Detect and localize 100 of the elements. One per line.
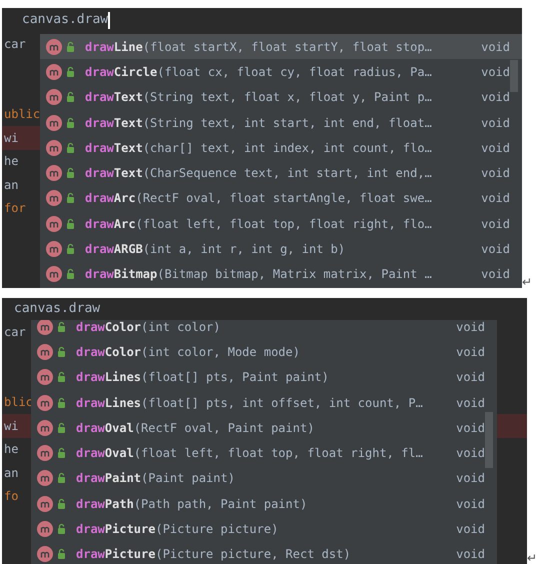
completion-item[interactable]: drawLines(float[] pts, int offset, int count, P… void <box>31 390 497 416</box>
method-icon <box>37 496 53 512</box>
scrollbar-thumb[interactable] <box>510 60 518 92</box>
completion-item[interactable]: drawLine(float startX, float startY, float stop… void <box>40 34 522 60</box>
method-icon <box>37 344 53 360</box>
method-signature: drawArc(RectF oval, float startAngle, float swe… <box>85 190 432 208</box>
method-icon <box>46 266 62 282</box>
completion-item[interactable]: drawPath(Path path, Paint paint) void <box>31 491 497 516</box>
completion-item[interactable]: drawPaint(Paint paint) void <box>31 466 497 492</box>
method-icon <box>46 38 62 55</box>
return-type: void <box>481 38 510 56</box>
return-type: void <box>456 470 485 488</box>
lock-icon <box>57 523 66 536</box>
completion-item[interactable]: drawOval(RectF oval, Paint paint) void <box>31 415 497 440</box>
lock-icon <box>57 548 66 560</box>
return-type: void <box>456 521 485 538</box>
completion-item[interactable]: drawText(String text, float x, float y, Paint p… void <box>40 84 522 110</box>
method-icon <box>37 470 53 486</box>
code-line: he <box>4 153 18 170</box>
code-line: an <box>4 464 18 482</box>
code-line: he <box>4 441 18 458</box>
method-signature: drawColor(int color, Mode mode) <box>76 344 300 361</box>
return-type: void <box>456 420 485 437</box>
code-line: canvas.draw <box>14 300 100 318</box>
return-type: void <box>456 496 485 513</box>
return-type: void <box>481 266 510 284</box>
lock-icon <box>57 498 66 510</box>
scrollbar-thumb[interactable] <box>485 412 493 468</box>
lock-icon <box>57 346 66 358</box>
completion-item[interactable]: drawARGB(int a, int r, int g, int b) void <box>40 236 522 262</box>
code-line: car <box>4 36 26 53</box>
return-type: void <box>481 64 510 81</box>
method-icon <box>37 394 53 411</box>
completion-item[interactable]: drawPicture(Picture picture) void <box>31 516 497 542</box>
return-type: void <box>456 344 485 361</box>
completion-item[interactable]: drawCircle(float cx, float cy, float radius, Pa… void <box>40 59 522 85</box>
completion-item[interactable]: drawOval(float left, float top, float right, fl… void <box>31 440 497 466</box>
method-icon <box>46 89 62 106</box>
method-icon <box>37 369 53 386</box>
method-signature: drawBitmap(Bitmap bitmap, Matrix matrix, Paint … <box>85 266 432 284</box>
completion-item[interactable]: drawColor(int color) void <box>31 320 497 340</box>
completion-item[interactable]: drawText(CharSequence text, int start, int end,… void <box>40 160 522 186</box>
method-signature: drawPicture(Picture picture, Rect dst) <box>76 546 351 564</box>
return-type: void <box>481 140 510 157</box>
return-type: void <box>456 546 485 564</box>
return-type: void <box>481 114 510 132</box>
lock-icon <box>66 167 75 180</box>
lock-icon <box>66 142 75 154</box>
method-icon <box>46 216 62 232</box>
return-type: void <box>481 165 510 182</box>
return-type: void <box>456 445 485 462</box>
method-signature: drawARGB(int a, int r, int g, int b) <box>85 241 346 258</box>
completion-item[interactable]: drawArc(float left, float top, float right, flo… void <box>40 211 522 236</box>
code-line: wi <box>4 130 18 147</box>
return-type: void <box>481 216 510 233</box>
return-mark: ↵ <box>527 552 537 564</box>
lock-icon <box>66 268 75 280</box>
method-signature: drawColor(int color) <box>76 320 221 336</box>
completion-item[interactable]: drawPicture(Picture picture, Rect dst) void <box>31 542 497 564</box>
lock-icon <box>66 192 75 204</box>
lock-icon <box>57 422 66 434</box>
method-icon <box>37 521 53 538</box>
completion-item[interactable]: drawColor(int color, Mode mode) void <box>31 339 497 365</box>
lock-icon <box>57 472 66 484</box>
completion-item[interactable]: drawArc(RectF oval, float startAngle, float swe… void <box>40 186 522 212</box>
method-signature: drawText(char[] text, int index, int count, flo… <box>85 140 432 157</box>
code-line: blic <box>4 394 33 412</box>
method-icon <box>46 114 62 131</box>
method-signature: drawOval(RectF oval, Paint paint) <box>76 420 314 437</box>
method-signature: drawLines(float[] pts, Paint paint) <box>76 369 329 386</box>
method-icon <box>37 420 53 436</box>
completion-item[interactable]: drawLines(float[] pts, Paint paint) void <box>31 364 497 390</box>
lock-icon <box>57 396 66 409</box>
return-type: void <box>481 190 510 208</box>
method-icon <box>46 241 62 258</box>
method-signature: drawPaint(Paint paint) <box>76 470 235 488</box>
code-line: for <box>4 200 26 218</box>
return-type: void <box>481 241 510 258</box>
lock-icon <box>66 243 75 256</box>
method-signature: drawLines(float[] pts, int offset, int count, P… <box>76 394 423 412</box>
lock-icon <box>57 320 66 333</box>
code-line: an <box>4 176 18 194</box>
method-signature: drawPath(Path path, Paint paint) <box>76 496 308 513</box>
return-mark: ↵ <box>522 276 532 288</box>
method-signature: drawArc(float left, float top, float right, flo… <box>85 216 432 233</box>
lock-icon <box>66 40 75 53</box>
method-signature: drawLine(float startX, float startY, float stop… <box>85 38 432 56</box>
method-signature: drawText(String text, int start, int end, float… <box>85 114 432 132</box>
lock-icon <box>57 371 66 384</box>
code-line: fo <box>4 488 18 506</box>
method-signature: drawOval(float left, float top, float right, fl… <box>76 445 423 462</box>
completion-item[interactable]: drawText(String text, int start, int end, float… void <box>40 110 522 136</box>
method-signature: drawPicture(Picture picture) <box>76 521 278 538</box>
method-signature: drawText(CharSequence text, int start, int end,… <box>85 165 432 182</box>
completion-item[interactable]: drawBitmap(Bitmap bitmap, Matrix matrix, Paint … void <box>40 262 522 287</box>
completion-item[interactable]: drawText(char[] text, int index, int count, flo… void <box>40 135 522 160</box>
lock-icon <box>66 91 75 104</box>
code-line: wi <box>4 418 18 435</box>
lock-icon <box>66 116 75 129</box>
return-type: void <box>481 89 510 106</box>
